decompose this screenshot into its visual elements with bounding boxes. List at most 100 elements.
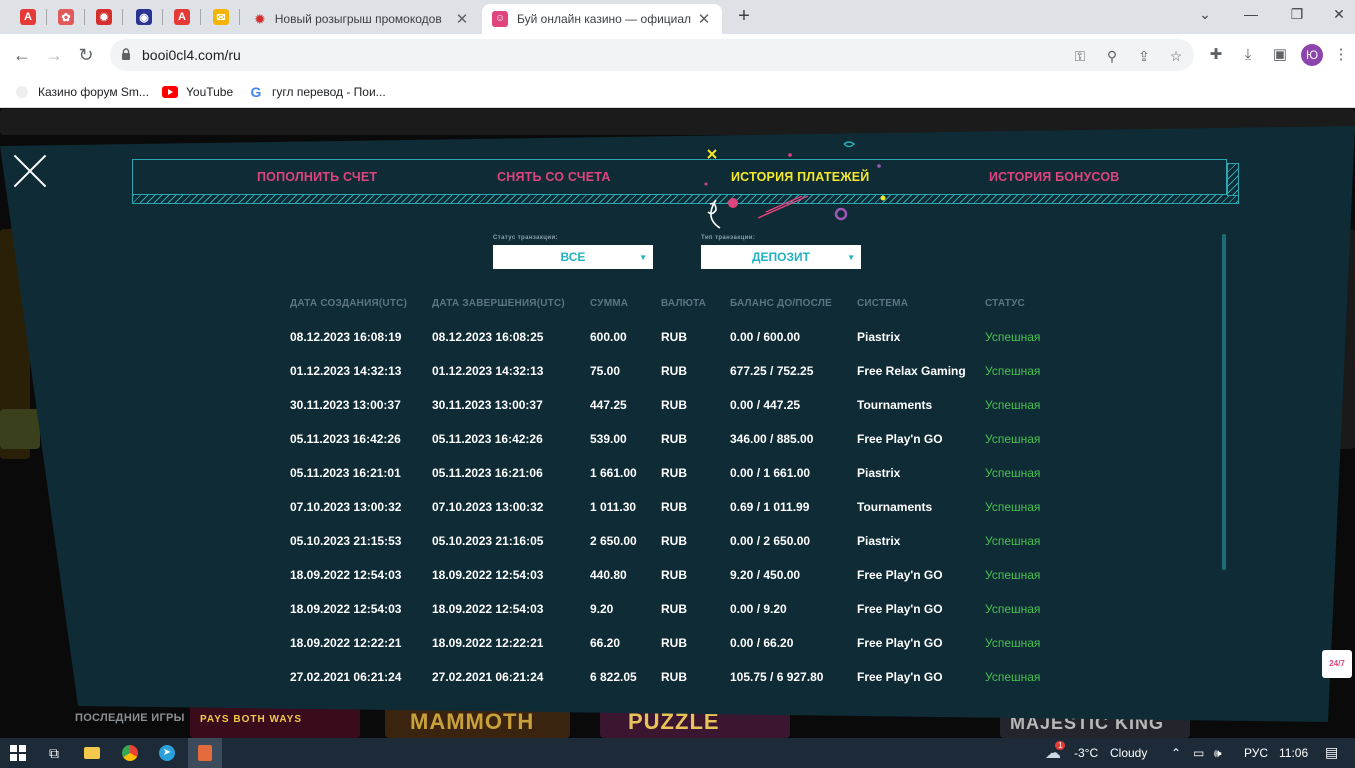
cell-status: Успешная	[985, 330, 1041, 344]
cell-system: Piastrix	[857, 330, 901, 344]
windows-start-icon[interactable]	[8, 743, 28, 763]
key-icon[interactable]: ⚿	[1070, 46, 1090, 66]
cell-amount: 447.25	[590, 398, 627, 412]
close-window-button[interactable]: ✕	[1316, 0, 1355, 30]
new-tab-button[interactable]: +	[733, 5, 755, 27]
game-title: MAMMOTH	[410, 709, 535, 734]
status-filter-select[interactable]: ВСЕ ▼	[493, 245, 653, 269]
chevron-down-icon[interactable]: ⌄	[1182, 0, 1228, 30]
close-modal-button[interactable]	[12, 153, 48, 189]
bookmark-forum[interactable]: Казино форум Sm...	[14, 83, 149, 101]
app-active-icon[interactable]	[188, 738, 222, 768]
side-panel-icon[interactable]: ▣	[1270, 45, 1290, 65]
bookmarks-bar: Казино форум Sm... YouTube G гугл перево…	[0, 76, 1355, 108]
cell-system: Free Play'n GO	[857, 670, 943, 684]
zoom-icon[interactable]: ⚲	[1102, 46, 1122, 66]
file-explorer-icon[interactable]	[82, 743, 102, 763]
bookmark-label: YouTube	[186, 85, 234, 99]
back-button[interactable]: ←	[9, 42, 35, 68]
language-indicator[interactable]: РУС	[1244, 746, 1268, 760]
tabs-frame-decoration	[132, 195, 1239, 204]
decorative-confetti	[704, 141, 886, 229]
cell-created-date: 05.10.2023 21:15:53	[290, 534, 402, 548]
pinned-tab[interactable]: A	[164, 5, 200, 29]
cell-completed-date: 27.02.2021 06:21:24	[432, 670, 544, 684]
column-header-system: СИСТЕМА	[857, 298, 909, 309]
tabs-frame-decoration	[1227, 163, 1239, 196]
payments-modal	[0, 126, 1355, 722]
cell-balance: 0.00 / 66.20	[730, 636, 794, 650]
network-icon[interactable]: ▭	[1193, 746, 1204, 760]
close-tab-icon[interactable]: ✕	[696, 10, 712, 28]
youtube-icon	[162, 84, 178, 100]
cell-status: Успешная	[985, 364, 1041, 378]
cell-currency: RUB	[661, 500, 687, 514]
pinned-tab[interactable]: ◉	[126, 5, 162, 29]
modal-scrollbar[interactable]	[1222, 234, 1226, 570]
tab-casino-active[interactable]: ☺ Буй онлайн казино — официал ✕	[482, 4, 722, 34]
weather-temp[interactable]: -3°C	[1074, 746, 1098, 760]
url-text: booi0cl4.com/ru	[142, 47, 241, 63]
support-chat-button[interactable]: 24/7	[1322, 650, 1352, 678]
cell-balance: 0.00 / 447.25	[730, 398, 801, 412]
address-bar[interactable]: booi0cl4.com/ru ⚿ ⚲ ⇪ ☆	[110, 39, 1194, 71]
cell-amount: 75.00	[590, 364, 621, 378]
profile-avatar[interactable]: Ю	[1301, 44, 1323, 66]
cell-system: Tournaments	[857, 500, 933, 514]
cell-status: Успешная	[985, 636, 1041, 650]
pinned-tab[interactable]: A	[10, 5, 46, 29]
tab-separator	[84, 9, 85, 25]
cell-currency: RUB	[661, 670, 687, 684]
cell-amount: 2 650.00	[590, 534, 637, 548]
reload-button[interactable]: ↻	[73, 42, 99, 68]
chevron-up-icon[interactable]: ⌃	[1171, 746, 1181, 760]
cell-status: Успешная	[985, 500, 1041, 514]
cell-completed-date: 05.10.2023 21:16:05	[432, 534, 544, 548]
column-header-amount: СУММА	[590, 298, 629, 309]
cell-currency: RUB	[661, 398, 687, 412]
cell-system: Tournaments	[857, 398, 933, 412]
cell-amount: 539.00	[590, 432, 627, 446]
menu-icon[interactable]: ⋮	[1331, 45, 1351, 65]
tab-bonus-history[interactable]: ИСТОРИЯ БОНУСОВ	[989, 170, 1120, 184]
pinned-tab[interactable]: ✿	[48, 5, 84, 29]
notifications-icon[interactable]: ▤	[1325, 744, 1338, 761]
share-icon[interactable]: ⇪	[1134, 46, 1154, 66]
cell-status: Успешная	[985, 432, 1041, 446]
cell-balance: 346.00 / 885.00	[730, 432, 814, 446]
cell-system: Free Play'n GO	[857, 568, 943, 582]
cell-balance: 0.00 / 1 661.00	[730, 466, 811, 480]
cell-status: Успешная	[985, 568, 1041, 582]
bookmark-star-icon[interactable]: ☆	[1166, 46, 1186, 66]
volume-icon[interactable]: 🕪	[1214, 746, 1222, 761]
chrome-icon[interactable]	[120, 743, 140, 763]
pinned-tab[interactable]: ✹	[86, 5, 122, 29]
type-filter-select[interactable]: ДЕПОЗИТ ▼	[701, 245, 861, 269]
minimize-button[interactable]: —	[1228, 0, 1274, 30]
mail-icon: ✉	[213, 9, 229, 25]
weather-text[interactable]: Cloudy	[1110, 746, 1147, 760]
telegram-icon[interactable]: ➤	[157, 743, 177, 763]
task-view-icon[interactable]: ⧉	[44, 743, 64, 763]
pinned-tab[interactable]: ✉	[203, 5, 239, 29]
bookmark-google-translate[interactable]: G гугл перевод - Пои...	[248, 83, 386, 101]
forward-button[interactable]: →	[41, 42, 67, 68]
restore-button[interactable]: ❐	[1274, 0, 1320, 30]
pdf-icon: A	[20, 9, 36, 25]
tab-title: Буй онлайн казино — официал	[517, 12, 692, 26]
column-header-balance: БАЛАНС ДО/ПОСЛЕ	[730, 298, 832, 309]
cell-created-date: 07.10.2023 13:00:32	[290, 500, 402, 514]
tab-deposit[interactable]: ПОПОЛНИТЬ СЧЕТ	[257, 170, 377, 184]
clock[interactable]: 11:06	[1279, 746, 1308, 760]
cell-completed-date: 08.12.2023 16:08:25	[432, 330, 544, 344]
download-icon[interactable]: ⤓	[1238, 45, 1258, 65]
tab-promo[interactable]: ✹ Новый розыгрыш промокодов ✕	[244, 4, 480, 34]
dropdown-caret-icon: ▼	[847, 253, 855, 262]
tab-separator	[46, 9, 47, 25]
cell-balance: 0.00 / 2 650.00	[730, 534, 811, 548]
column-header-currency: ВАЛЮТА	[661, 298, 707, 309]
close-tab-icon[interactable]: ✕	[454, 10, 470, 28]
tab-withdraw[interactable]: СНЯТЬ СО СЧЕТА	[497, 170, 611, 184]
bookmark-youtube[interactable]: YouTube	[162, 83, 233, 101]
extensions-icon[interactable]: ✚	[1206, 45, 1226, 65]
